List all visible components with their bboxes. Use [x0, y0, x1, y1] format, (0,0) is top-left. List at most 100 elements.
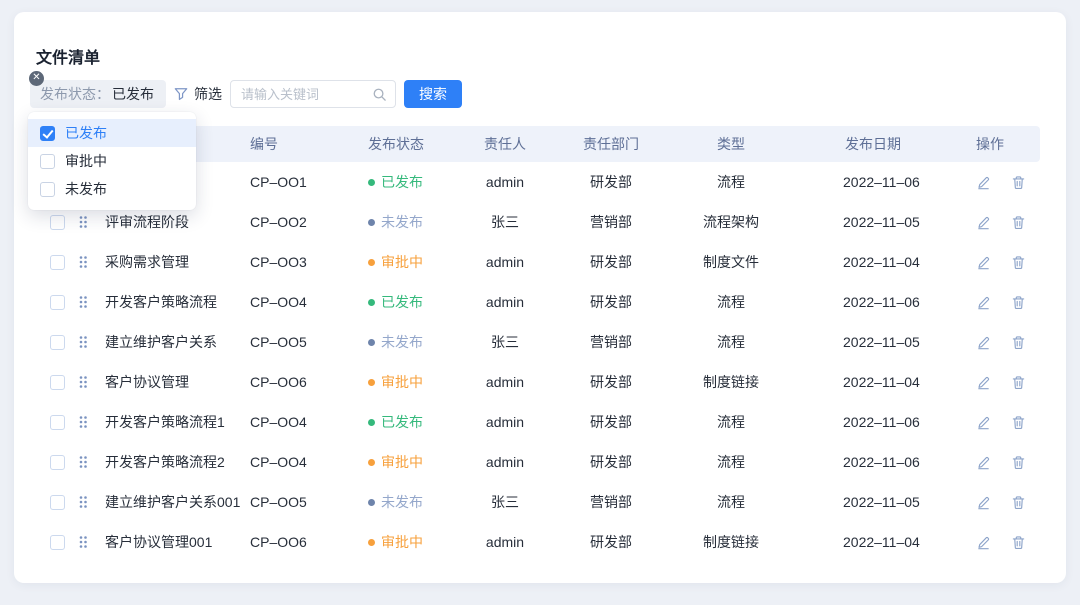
drag-handle-icon[interactable] [77, 295, 89, 309]
row-checkbox[interactable] [50, 255, 65, 270]
status-filter-dropdown: 已发布 审批中 未发布 [28, 112, 196, 210]
clear-filter-icon[interactable]: ✕ [29, 71, 44, 86]
edit-pencil-icon[interactable] [976, 375, 991, 390]
option-checkbox-icon[interactable] [40, 154, 55, 169]
owner: 张三 [459, 212, 551, 232]
drag-handle-icon[interactable] [77, 415, 89, 429]
option-checkbox-icon[interactable] [40, 182, 55, 197]
edit-pencil-icon[interactable] [976, 255, 991, 270]
status-badge: 审批中 [381, 452, 423, 472]
edit-pencil-icon[interactable] [976, 535, 991, 550]
option-label: 未发布 [65, 179, 107, 199]
department: 研发部 [551, 252, 671, 272]
status-cell: 未发布 [363, 492, 459, 512]
file-type: 流程 [671, 452, 791, 472]
trash-icon[interactable] [1011, 335, 1026, 350]
status-filter-chip[interactable]: 发布状态： 已发布 [30, 80, 166, 108]
trash-icon[interactable] [1011, 495, 1026, 510]
table-row: 建立维护客户关系001 CP–OO5 未发布 张三 营销部 流程 2022–11… [40, 482, 1040, 522]
status-badge: 已发布 [381, 172, 423, 192]
status-cell: 审批中 [363, 532, 459, 552]
owner: admin [459, 294, 551, 310]
publish-date: 2022–11–06 [791, 294, 943, 310]
dropdown-option[interactable]: 未发布 [28, 175, 196, 203]
row-checkbox[interactable] [50, 455, 65, 470]
edit-pencil-icon[interactable] [976, 455, 991, 470]
trash-icon[interactable] [1011, 455, 1026, 470]
trash-icon[interactable] [1011, 535, 1026, 550]
status-badge: 已发布 [381, 292, 423, 312]
filter-button[interactable]: 筛选 [168, 80, 228, 108]
file-type: 流程 [671, 172, 791, 192]
department: 研发部 [551, 292, 671, 312]
department: 研发部 [551, 172, 671, 192]
row-checkbox[interactable] [50, 335, 65, 350]
status-dot-icon [368, 539, 375, 546]
row-checkbox[interactable] [50, 535, 65, 550]
row-checkbox[interactable] [50, 415, 65, 430]
drag-handle-icon[interactable] [77, 375, 89, 389]
option-label: 已发布 [65, 123, 107, 143]
trash-icon[interactable] [1011, 295, 1026, 310]
status-cell: 未发布 [363, 212, 459, 232]
header-type: 类型 [671, 134, 791, 154]
edit-pencil-icon[interactable] [976, 295, 991, 310]
trash-icon[interactable] [1011, 255, 1026, 270]
edit-pencil-icon[interactable] [976, 495, 991, 510]
status-badge: 审批中 [381, 532, 423, 552]
file-name: 客户协议管理001 [100, 532, 245, 552]
edit-pencil-icon[interactable] [976, 335, 991, 350]
file-name: 采购需求管理 [100, 252, 245, 272]
search-input[interactable] [241, 87, 372, 102]
trash-icon[interactable] [1011, 175, 1026, 190]
drag-handle-icon[interactable] [77, 335, 89, 349]
row-checkbox[interactable] [50, 495, 65, 510]
magnifier-icon[interactable] [372, 87, 387, 102]
drag-handle-icon[interactable] [77, 255, 89, 269]
row-checkbox[interactable] [50, 215, 65, 230]
drag-handle-icon[interactable] [77, 535, 89, 549]
status-cell: 已发布 [363, 172, 459, 192]
file-name: 开发客户策略流程1 [100, 412, 245, 432]
option-label: 审批中 [65, 151, 107, 171]
dropdown-option[interactable]: 已发布 [28, 119, 196, 147]
table-row: 开发客户策略流程1 CP–OO4 已发布 admin 研发部 流程 2022–1… [40, 402, 1040, 442]
option-checkbox-icon[interactable] [40, 126, 55, 141]
table-row: 建立维护客户关系 CP–OO5 未发布 张三 营销部 流程 2022–11–05 [40, 322, 1040, 362]
status-dot-icon [368, 219, 375, 226]
owner: admin [459, 254, 551, 270]
publish-date: 2022–11–04 [791, 374, 943, 390]
status-cell: 已发布 [363, 292, 459, 312]
department: 研发部 [551, 372, 671, 392]
status-cell: 审批中 [363, 252, 459, 272]
edit-pencil-icon[interactable] [976, 415, 991, 430]
drag-handle-icon[interactable] [77, 215, 89, 229]
header-date: 发布日期 [791, 134, 943, 154]
search-button[interactable]: 搜索 [404, 80, 462, 108]
status-dot-icon [368, 459, 375, 466]
publish-date: 2022–11–06 [791, 454, 943, 470]
header-dept: 责任部门 [551, 134, 671, 154]
trash-icon[interactable] [1011, 415, 1026, 430]
file-code: CP–OO6 [245, 374, 363, 390]
status-dot-icon [368, 499, 375, 506]
file-code: CP–OO3 [245, 254, 363, 270]
toolbar: 发布状态： 已发布 筛选 搜索 [14, 80, 1066, 108]
file-type: 流程架构 [671, 212, 791, 232]
status-dot-icon [368, 299, 375, 306]
chip-value: 已发布 [112, 84, 154, 104]
row-checkbox[interactable] [50, 295, 65, 310]
edit-pencil-icon[interactable] [976, 175, 991, 190]
publish-date: 2022–11–06 [791, 174, 943, 190]
owner: admin [459, 454, 551, 470]
edit-pencil-icon[interactable] [976, 215, 991, 230]
trash-icon[interactable] [1011, 215, 1026, 230]
drag-handle-icon[interactable] [77, 455, 89, 469]
row-checkbox[interactable] [50, 375, 65, 390]
drag-handle-icon[interactable] [77, 495, 89, 509]
file-code: CP–OO4 [245, 454, 363, 470]
dropdown-option[interactable]: 审批中 [28, 147, 196, 175]
publish-date: 2022–11–04 [791, 534, 943, 550]
trash-icon[interactable] [1011, 375, 1026, 390]
file-name: 开发客户策略流程 [100, 292, 245, 312]
